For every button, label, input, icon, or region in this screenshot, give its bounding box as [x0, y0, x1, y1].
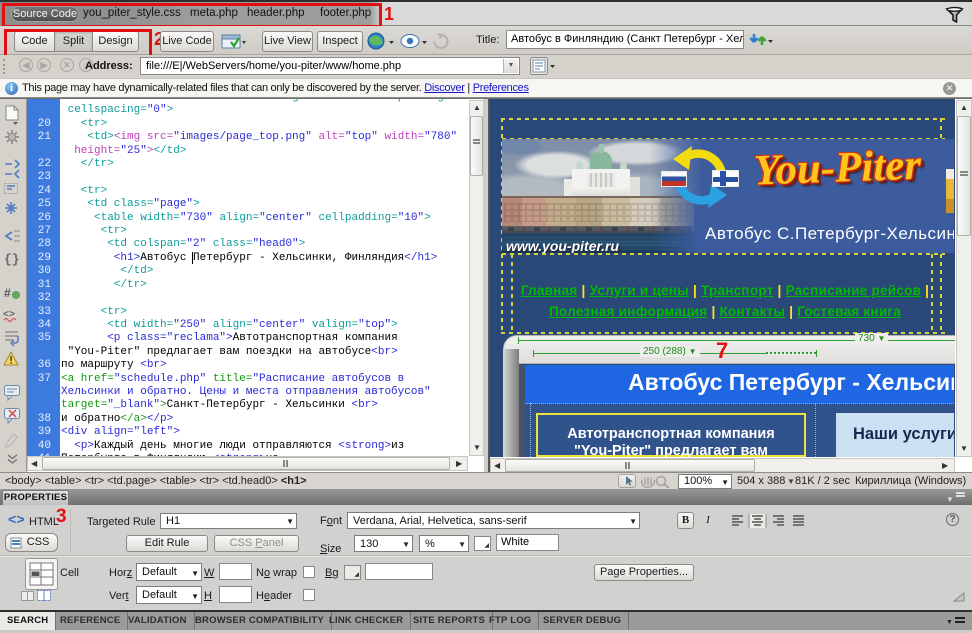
svg-text:{}: {} — [4, 252, 20, 267]
svg-text:#: # — [4, 286, 11, 300]
